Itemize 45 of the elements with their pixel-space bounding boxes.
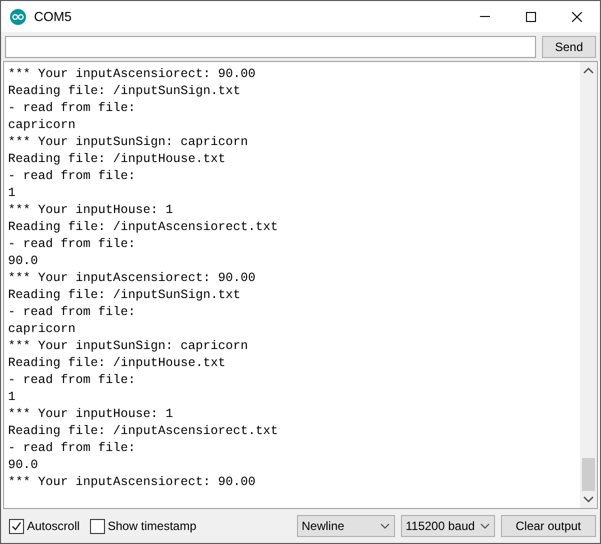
line-ending-dropdown[interactable]: Newline bbox=[296, 515, 395, 537]
checkbox[interactable] bbox=[9, 518, 24, 534]
output-line: capricorn bbox=[8, 321, 77, 338]
output-line: *** Your inputHouse: 1 bbox=[8, 406, 174, 423]
chevron-down-icon bbox=[480, 523, 490, 529]
output-line: *** Your inputSunSign: capricorn bbox=[8, 134, 250, 151]
output-line: *** Your inputAscensiorect: 90.00 bbox=[8, 270, 257, 287]
checkbox[interactable] bbox=[90, 518, 105, 534]
output-line: Reading file: /inputHouse.txt bbox=[8, 151, 227, 168]
minimize-icon bbox=[480, 16, 490, 17]
output-line: Reading file: /inputAscensiorect.txt bbox=[8, 423, 280, 440]
scrollbar[interactable] bbox=[580, 62, 597, 508]
logo-icon bbox=[10, 8, 26, 24]
baud-rate-dropdown[interactable]: 115200 baud bbox=[400, 515, 495, 537]
output-line: - read from file: bbox=[8, 168, 137, 185]
clear-output-button[interactable]: Clear output bbox=[500, 515, 596, 537]
chevron-down-icon bbox=[583, 496, 594, 503]
output-line: *** Your inputHouse: 1 bbox=[8, 202, 174, 219]
output-line: - read from file: bbox=[8, 100, 137, 117]
output-line: Reading file: /inputHouse.txt bbox=[8, 355, 227, 372]
send-button[interactable]: Send bbox=[542, 36, 596, 58]
maximize-icon bbox=[526, 12, 536, 22]
output-line: 1 bbox=[8, 389, 17, 406]
close-icon bbox=[572, 12, 582, 22]
output-line: - read from file: bbox=[8, 236, 137, 253]
output-line: - read from file: bbox=[8, 372, 137, 389]
chevron-down-icon bbox=[380, 523, 390, 529]
output-line: - read from file: bbox=[8, 304, 137, 321]
output-line: Reading file: /inputSunSign.txt bbox=[8, 287, 242, 304]
output-line: - read from file: bbox=[8, 440, 137, 457]
output-line: *** Your inputAscensiorect: 90.00 bbox=[8, 474, 257, 491]
output-line: 90.0 bbox=[8, 253, 40, 270]
window-title: COM5 bbox=[34, 9, 73, 24]
output-line: Reading file: /inputSunSign.txt bbox=[8, 83, 242, 100]
output-line: *** Your inputSunSign: capricorn bbox=[8, 338, 250, 355]
checkbox-label: Show timestamp bbox=[108, 519, 196, 533]
output-line: 90.0 bbox=[8, 457, 40, 474]
output-line: 1 bbox=[8, 185, 17, 202]
scroll-thumb[interactable] bbox=[582, 458, 595, 491]
chevron-up-icon bbox=[583, 67, 594, 74]
message-input-field[interactable] bbox=[5, 36, 536, 58]
output-line: Reading file: /inputAscensiorect.txt bbox=[8, 219, 280, 236]
checkbox-label: Autoscroll bbox=[27, 519, 80, 533]
output-line: *** Your inputAscensiorect: 90.00 bbox=[8, 66, 257, 83]
output-line: capricorn bbox=[8, 117, 77, 134]
